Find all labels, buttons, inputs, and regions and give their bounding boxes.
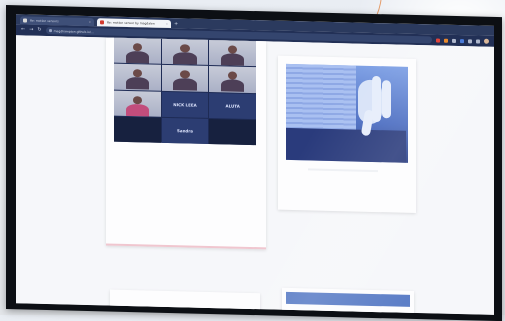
participant-tile xyxy=(161,38,209,66)
close-icon[interactable]: × xyxy=(88,20,91,24)
extension-icon[interactable] xyxy=(452,38,456,43)
back-icon[interactable]: ← xyxy=(21,26,25,32)
participant-tile xyxy=(209,39,256,67)
tab-favicon-icon xyxy=(23,18,27,23)
tab-title: Re: motion sensors xyxy=(30,18,59,24)
new-tab-icon[interactable]: + xyxy=(174,20,178,28)
extension-icon[interactable] xyxy=(476,38,480,44)
video-call-grid: NICK LEEA ALUTA Sandra xyxy=(114,37,256,146)
participant-tile xyxy=(209,118,256,146)
participant-name-tile: NICK LEEA xyxy=(161,91,209,118)
tab-favicon-icon xyxy=(100,20,104,25)
participant-name-tile: Sandra xyxy=(161,117,209,144)
extension-icon[interactable] xyxy=(468,38,472,43)
participant-tile xyxy=(114,37,161,65)
extension-icon[interactable] xyxy=(444,38,448,43)
reload-icon[interactable]: ↻ xyxy=(37,27,41,33)
extension-icon[interactable] xyxy=(460,38,464,43)
profile-avatar[interactable] xyxy=(484,38,489,44)
post-card[interactable] xyxy=(278,55,416,214)
post-card[interactable] xyxy=(282,287,414,315)
extension-icon[interactable] xyxy=(436,38,440,43)
screen: Re: motion sensors × Re: motion sensor b… xyxy=(16,14,494,315)
monitor: Re: motion sensors × Re: motion sensor b… xyxy=(6,5,502,321)
participant-tile xyxy=(114,90,161,117)
participant-name-tile: ALUTA xyxy=(209,92,256,119)
forward-icon[interactable]: → xyxy=(29,27,33,33)
close-icon[interactable]: × xyxy=(165,22,168,26)
tab-title: Re: motion sensor by magdalen xyxy=(107,20,155,26)
post-card[interactable] xyxy=(110,289,260,315)
participant-name: ALUTA xyxy=(225,102,240,109)
url-text: magdhampton.github.io/... xyxy=(53,28,94,34)
participant-name: Sandra xyxy=(177,128,193,134)
lock-icon xyxy=(48,29,52,33)
hand-photo xyxy=(286,63,408,163)
post-card[interactable]: NICK LEEA ALUTA Sandra xyxy=(106,37,266,250)
participant-name: NICK LEEA xyxy=(173,101,197,108)
participant-tile xyxy=(209,66,256,93)
caption-line xyxy=(308,168,378,173)
page-content: NICK LEEA ALUTA Sandra xyxy=(16,35,494,315)
participant-tile xyxy=(114,116,161,143)
participant-tile xyxy=(161,65,209,92)
participant-tile xyxy=(114,63,161,91)
